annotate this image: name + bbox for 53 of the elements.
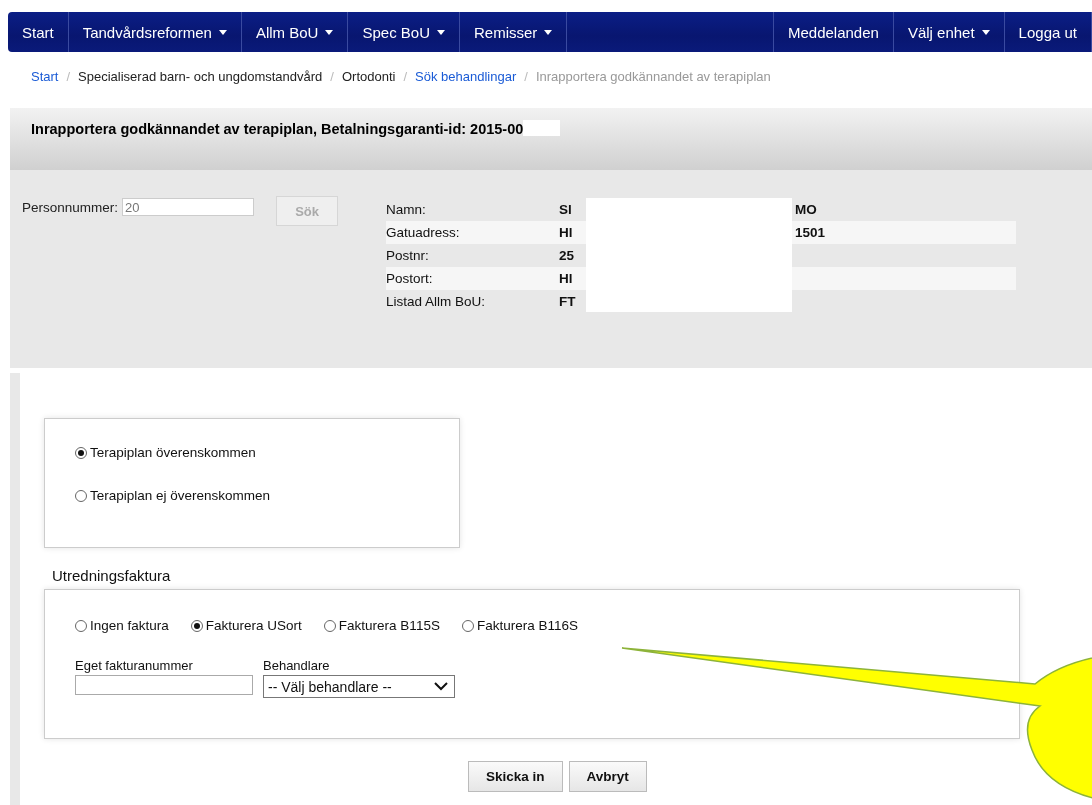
info-value: 1501 xyxy=(795,225,826,240)
radio-option[interactable]: Fakturera B115S xyxy=(323,618,440,633)
info-label: Listad Allm BoU: xyxy=(386,294,487,309)
info-value: Hl xyxy=(559,225,574,240)
info-label: Postnr: xyxy=(386,248,430,263)
radio-button[interactable] xyxy=(323,619,336,632)
nav-item[interactable]: Tandvårdsreformen xyxy=(68,12,242,52)
personnummer-field[interactable]: 20 xyxy=(122,198,255,216)
nav-item[interactable]: Remisser xyxy=(460,12,568,52)
field-label: Eget fakturanummer xyxy=(75,658,194,673)
breadcrumb-item: Ortodonti xyxy=(342,68,396,84)
nav-item[interactable]: Meddelanden xyxy=(772,12,894,52)
breadcrumb-separator: / xyxy=(330,68,334,84)
radio-option[interactable]: Ingen faktura xyxy=(75,618,169,633)
panel-title: Inrapportera godkännandet av terapiplan, Betalningsgaranti-id: 2015-00 xyxy=(31,121,524,137)
info-value: FT xyxy=(559,294,576,309)
breadcrumb-separator: / xyxy=(403,68,408,84)
redaction xyxy=(523,120,561,136)
breadcrumb-separator: / xyxy=(66,68,71,84)
nav-item[interactable]: Start xyxy=(8,12,69,52)
radio-option[interactable]: Fakturera USort xyxy=(190,618,302,633)
radio-button[interactable] xyxy=(75,619,87,632)
info-value: Hl xyxy=(559,271,573,286)
radio-option[interactable]: Terapiplan överenskommen xyxy=(75,445,459,460)
radio-button[interactable] xyxy=(75,489,87,502)
breadcrumb-item: Inrapportera godkännandet av terapiplan xyxy=(535,68,771,84)
info-value: 25 xyxy=(559,248,575,263)
radio-button[interactable] xyxy=(461,619,474,632)
info-label: Gatuadress: xyxy=(386,225,461,240)
radio-option[interactable]: Terapiplan ej överenskommen xyxy=(75,488,459,503)
info-value: Sl xyxy=(559,202,573,217)
field-label: Personnummer: xyxy=(22,200,119,217)
invoice-number-field[interactable] xyxy=(75,675,253,695)
breadcrumb-item: Specialiserad barn- och ungdomstandvård xyxy=(78,68,323,84)
radio-option[interactable]: Fakturera B116S xyxy=(461,618,578,633)
submit-button[interactable]: Skicka in xyxy=(468,761,563,792)
section-heading: Utredningsfaktura xyxy=(52,567,172,584)
nav-item[interactable]: Allm BoU xyxy=(241,12,349,52)
info-label: Namn: xyxy=(386,202,427,217)
cancel-button[interactable]: Avbryt xyxy=(568,761,647,792)
nav-item[interactable]: Välj enhet xyxy=(893,12,1005,52)
info-label: Postort: xyxy=(386,271,434,286)
nav-item[interactable]: Spec BoU xyxy=(348,12,460,52)
nav-item[interactable]: Logga ut xyxy=(1004,12,1092,52)
chevron-down-icon xyxy=(434,682,448,691)
info-value: MO xyxy=(795,202,817,217)
radio-button[interactable] xyxy=(190,619,203,632)
practitioner-dropdown[interactable]: -- Välj behandlare -- xyxy=(263,675,455,698)
breadcrumb-link[interactable]: Start xyxy=(31,68,59,84)
radio-button[interactable] xyxy=(75,446,87,459)
breadcrumb-separator: / xyxy=(524,68,528,84)
breadcrumb-link[interactable]: Sök behandlingar xyxy=(415,68,517,84)
field-label: Behandlare xyxy=(263,658,331,673)
